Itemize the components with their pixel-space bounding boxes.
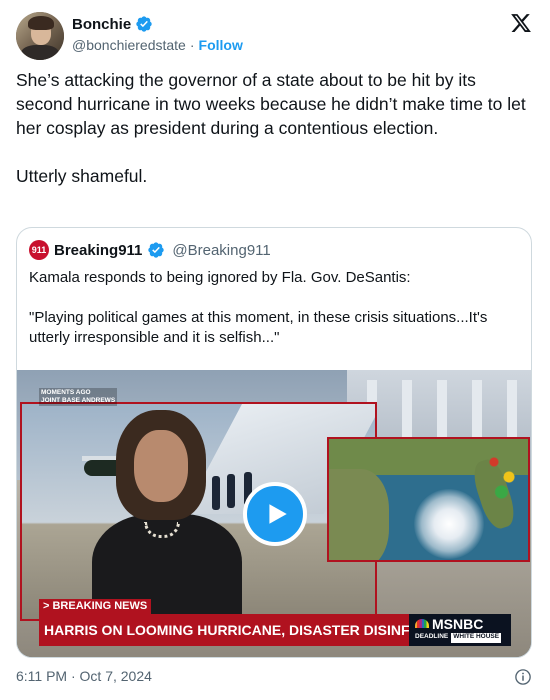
info-icon[interactable] [514, 668, 532, 686]
x-logo-icon[interactable] [510, 12, 532, 34]
author-name-row: Bonchie [72, 15, 153, 33]
show-tag: WHITE HOUSE [451, 633, 502, 643]
quoted-tweet-header: 911 Breaking911 @Breaking911 [29, 240, 271, 260]
video-inset-speaker [20, 402, 377, 621]
separator-dot: · [189, 37, 195, 53]
hurricane-swirl [414, 489, 484, 559]
video-player[interactable]: MOMENTS AGO JOINT BASE ANDREWS > BREAKIN… [17, 370, 531, 657]
quoted-paragraph: Kamala responds to being ignored by Fla.… [29, 269, 411, 286]
network-bug: MSNBC DEADLINE WHITE HOUSE [409, 614, 511, 646]
play-icon [269, 504, 287, 524]
author-handle-row: @bonchieredstate · Follow [72, 37, 243, 53]
tweet-paragraph: She’s attacking the governor of a state … [16, 70, 526, 138]
breaking-news-label: > BREAKING NEWS [39, 599, 152, 614]
follow-button[interactable]: Follow [199, 37, 243, 53]
news-headline: HARRIS ON LOOMING HURRICANE, DISASTER DI… [39, 614, 409, 646]
show-tag: DEADLINE [415, 633, 449, 640]
quoted-handle: @Breaking911 [172, 241, 271, 259]
tweet-text: She’s attacking the governor of a state … [16, 68, 532, 188]
network-name: MSNBC [432, 616, 484, 632]
quoted-display-name: Breaking911 [54, 241, 143, 259]
quoted-paragraph: "Playing political games at this moment,… [29, 309, 488, 346]
tweet-paragraph: Utterly shameful. [16, 166, 148, 186]
verified-badge-icon [136, 16, 152, 32]
peacock-logo-icon [415, 619, 429, 628]
quoted-tweet-text: Kamala responds to being ignored by Fla.… [29, 268, 519, 348]
location-tag: MOMENTS AGO JOINT BASE ANDREWS [39, 388, 118, 406]
author-avatar[interactable] [16, 12, 64, 60]
author-display-name[interactable]: Bonchie [72, 16, 131, 33]
quoted-tweet-card[interactable]: 911 Breaking911 @Breaking911 Kamala resp… [16, 227, 532, 658]
quoted-author-avatar: 911 [29, 240, 49, 260]
author-handle[interactable]: @bonchieredstate [72, 37, 186, 53]
tweet-header: Bonchie @bonchieredstate · Follow [16, 12, 534, 60]
verified-badge-icon [148, 242, 165, 258]
hurricane-radar-inset [327, 437, 530, 562]
tweet-timestamp[interactable]: 6:11 PM · Oct 7, 2024 [16, 668, 152, 684]
play-button[interactable] [243, 482, 307, 546]
